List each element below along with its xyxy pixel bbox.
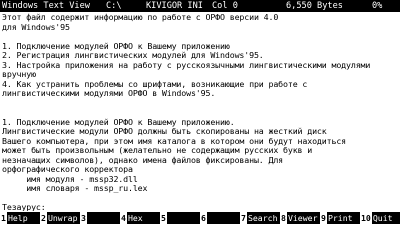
fkey-f5-button[interactable]: 5 <box>160 212 200 224</box>
fkey-number: 10 <box>360 212 372 224</box>
fkey-label: Viewer <box>286 212 320 224</box>
status-bar: Windows Text View C:\ KIVIGOR INI Col 0 … <box>0 0 400 12</box>
file-size: 6,550 Bytes <box>286 1 343 11</box>
file-name: KIVIGOR INI <box>146 1 203 11</box>
file-path: C:\ <box>106 1 122 11</box>
function-key-bar: 1 Help 2 Unwrap 3 4 Hex 5 6 7 Search 8 Viewer 9 Print 1… <box>0 212 400 224</box>
document-line: Вашего компьютера, при этом имя каталога… <box>2 136 347 146</box>
fkey-label: Hex <box>126 212 160 224</box>
fkey-label: Quit <box>371 212 400 224</box>
fkey-quit-button[interactable]: 10 Quit <box>360 212 400 224</box>
document-line: незначащих символов), однако имена файло… <box>2 155 284 165</box>
document-line: 1. Подключение модулей ОРФО к Вашему при… <box>2 41 230 51</box>
fkey-search-button[interactable]: 7 Search <box>240 212 280 224</box>
fkey-label: Print <box>326 212 360 224</box>
fkey-number: 5 <box>160 212 167 224</box>
fkey-f6-button[interactable]: 6 <box>200 212 240 224</box>
fkey-label: Help <box>6 212 40 224</box>
fkey-label: Search <box>246 212 280 224</box>
fkey-label <box>86 212 120 224</box>
document-line: 1. Подключение модулей ОРФО к Вашему при… <box>2 117 235 127</box>
fkey-number: 3 <box>80 212 87 224</box>
fkey-number: 7 <box>240 212 247 224</box>
column-indicator: Col 0 <box>212 1 238 11</box>
fkey-number: 1 <box>0 212 7 224</box>
fkey-number: 2 <box>40 212 47 224</box>
document-line: Тезаурус: <box>2 203 46 211</box>
fkey-help-button[interactable]: 1 Help <box>0 212 40 224</box>
document-line: орфографического корректора <box>2 165 133 174</box>
document-text-area[interactable]: Этот файл содержит информацию по работе … <box>2 13 398 211</box>
fkey-label <box>206 212 240 224</box>
viewer-title: Windows Text View <box>2 1 90 11</box>
document-line: лингвистическими модулями ОРФО в Windows… <box>2 89 216 98</box>
fkey-hex-button[interactable]: 4 Hex <box>120 212 160 224</box>
document-line: 4. Как устранить проблемы со шрифтами, в… <box>2 79 308 89</box>
document-line: 2. Регистрация лингвистических модулей д… <box>2 51 264 60</box>
document-line: имя словаря - mssp_ru.lex <box>2 184 148 193</box>
document-line: вручную <box>2 70 36 79</box>
fkey-label <box>166 212 200 224</box>
document-line: для Windows'95 <box>2 22 70 32</box>
fkey-number: 8 <box>280 212 287 224</box>
fkey-label: Unwrap <box>46 212 80 224</box>
fkey-viewer-button[interactable]: 8 Viewer <box>280 212 320 224</box>
document-line: Лингвистические модули ОРФО должны быть … <box>2 127 327 136</box>
fkey-number: 9 <box>320 212 327 224</box>
fkey-print-button[interactable]: 9 Print <box>320 212 360 224</box>
text-viewer-window: Windows Text View C:\ KIVIGOR INI Col 0 … <box>0 0 400 224</box>
document-line: может быть произвольным (желательно не с… <box>2 146 313 155</box>
document-line: Этот файл содержит информацию по работе … <box>2 13 279 22</box>
fkey-f3-button[interactable]: 3 <box>80 212 120 224</box>
fkey-number: 6 <box>200 212 207 224</box>
document-line: имя модуля - mssp32.dll <box>2 174 138 184</box>
fkey-unwrap-button[interactable]: 2 Unwrap <box>40 212 80 224</box>
scroll-percent: 0% <box>372 1 383 11</box>
fkey-number: 4 <box>120 212 127 224</box>
document-line: 3. Настройка приложения на работу с русс… <box>2 60 371 70</box>
